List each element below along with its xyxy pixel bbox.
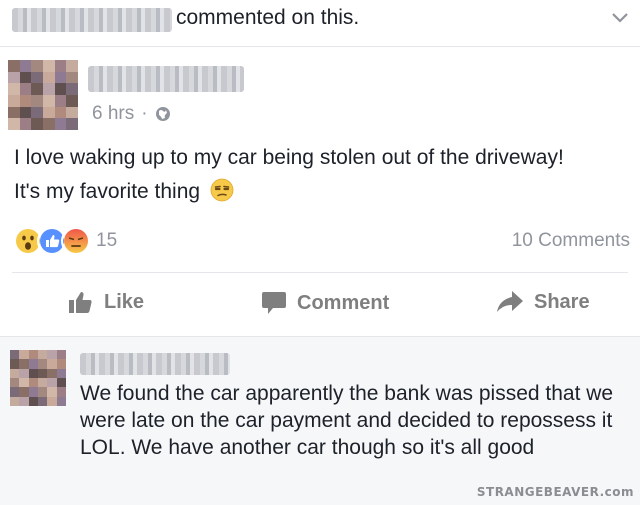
reaction-count[interactable]: 15 bbox=[96, 230, 117, 252]
comments-count-link[interactable]: 10 Comments bbox=[512, 230, 630, 252]
post-body: I love waking up to my car being stolen … bbox=[14, 141, 634, 209]
thumbs-up-icon bbox=[69, 292, 92, 313]
post-meta: 6 hrs · bbox=[92, 103, 171, 125]
chevron-down-icon[interactable] bbox=[606, 6, 634, 30]
commenter-name-blurred[interactable] bbox=[80, 353, 230, 375]
like-label: Like bbox=[104, 290, 145, 313]
comment-text: We found the car apparently the bank was… bbox=[80, 382, 614, 459]
share-button[interactable]: Share bbox=[496, 290, 590, 314]
post-body-line-2-text: It's my favorite thing bbox=[14, 180, 201, 203]
reaction-icons[interactable] bbox=[13, 226, 91, 256]
comment-bubble-icon bbox=[262, 292, 286, 314]
post-action-bar: Like Comment Share bbox=[0, 276, 640, 334]
angry-reaction-icon bbox=[61, 226, 91, 256]
commenter-name-blurred[interactable] bbox=[12, 8, 172, 32]
like-button[interactable]: Like bbox=[68, 290, 144, 314]
post-timestamp[interactable]: 6 hrs bbox=[92, 103, 134, 125]
share-arrow-icon bbox=[497, 291, 523, 312]
commenter-avatar[interactable] bbox=[10, 350, 66, 406]
notification-bar: commented on this. bbox=[0, 0, 640, 47]
comment-button[interactable]: Comment bbox=[261, 290, 389, 316]
meta-separator: · bbox=[141, 103, 148, 124]
post-body-line-1: I love waking up to my car being stolen … bbox=[14, 146, 564, 169]
watermark: STRANGEBEAVER.com bbox=[476, 485, 634, 499]
comment-label: Comment bbox=[297, 291, 390, 314]
post-author-avatar[interactable] bbox=[8, 60, 78, 130]
post-author-name-blurred[interactable] bbox=[88, 66, 244, 92]
divider bbox=[12, 272, 628, 273]
notification-text: commented on this. bbox=[176, 6, 360, 29]
post-body-line-2: It's my favorite thing bbox=[14, 175, 634, 209]
globe-icon bbox=[155, 107, 170, 121]
unamused-face-emoji-icon bbox=[210, 178, 234, 202]
share-label: Share bbox=[534, 290, 590, 313]
